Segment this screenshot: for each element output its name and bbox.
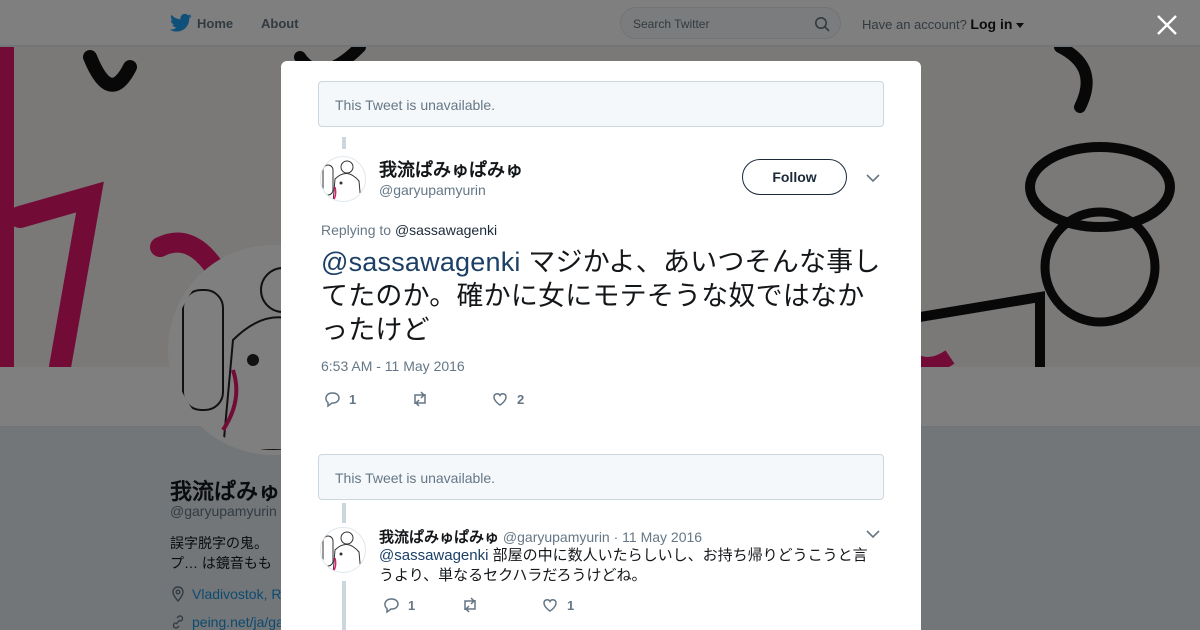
avatar-illustration xyxy=(322,531,362,572)
tweet-actions: 1 2 xyxy=(323,390,524,408)
tweet-author-handle[interactable]: @garyupamyurin xyxy=(379,182,486,198)
like-button[interactable]: 1 xyxy=(541,596,574,614)
reply-tweet-actions: 1 1 xyxy=(382,596,574,614)
tweet-timestamp[interactable]: 6:53 AM - 11 May 2016 xyxy=(321,358,465,374)
avatar-illustration xyxy=(322,160,362,201)
heart-icon xyxy=(493,393,507,406)
reply-button[interactable]: 1 xyxy=(323,390,411,408)
unavailable-tweet-notice: This Tweet is unavailable. xyxy=(318,81,884,127)
reply-count: 1 xyxy=(349,391,357,407)
like-button[interactable]: 2 xyxy=(491,390,524,408)
tweet-author-name[interactable]: 我流ぱみゅぱみゅ xyxy=(379,156,523,182)
avatar[interactable] xyxy=(320,156,366,202)
chevron-down-icon[interactable] xyxy=(866,529,880,539)
reply-button[interactable]: 1 xyxy=(382,596,461,614)
tweet-permalink-modal: This Tweet is unavailable. 我流ぱみゅぱみゅ @gar… xyxy=(281,61,921,630)
replying-to-link[interactable]: @sassawagenki xyxy=(395,222,497,238)
reply-tweet-date[interactable]: 11 May 2016 xyxy=(622,529,702,545)
follow-button[interactable]: Follow xyxy=(742,159,847,195)
unavailable-tweet-notice: This Tweet is unavailable. xyxy=(318,454,884,500)
reply-icon xyxy=(384,598,399,614)
reply-icon xyxy=(325,392,340,408)
reply-mention-link[interactable]: @sassawagenki xyxy=(379,547,488,564)
retweet-icon xyxy=(414,391,426,407)
heart-icon xyxy=(543,599,557,612)
replying-to-prefix: Replying to xyxy=(321,222,392,238)
thread-connector xyxy=(342,581,346,630)
tweet-mention-link[interactable]: @sassawagenki xyxy=(321,247,521,277)
reply-author-name[interactable]: 我流ぱみゅぱみゅ xyxy=(379,529,499,546)
avatar[interactable] xyxy=(320,527,366,573)
replying-to-line: Replying to @sassawagenki xyxy=(321,222,497,238)
reply-count: 1 xyxy=(408,597,416,613)
chevron-down-icon[interactable] xyxy=(866,173,880,183)
like-count: 1 xyxy=(567,597,575,613)
retweet-button[interactable] xyxy=(411,390,491,408)
thread-connector xyxy=(342,137,346,149)
reply-tweet-text: @sassawagenki 部屋の中に数人いたらしいし、お持ち帰りどうこうと言う… xyxy=(379,546,871,586)
retweet-icon xyxy=(464,597,476,613)
thread-connector xyxy=(342,503,346,523)
like-count: 2 xyxy=(517,391,525,407)
reply-tweet-header: 我流ぱみゅぱみゅ @garyupamyurin · 11 May 2016 xyxy=(379,526,702,547)
close-icon[interactable] xyxy=(1154,12,1180,38)
retweet-button[interactable] xyxy=(461,596,541,614)
tweet-text: @sassawagenki マジかよ、あいつそんな事してたのか。確かに女にモテそ… xyxy=(321,245,881,347)
reply-author-handle[interactable]: @garyupamyurin xyxy=(503,529,610,545)
header-separator: · xyxy=(613,529,619,545)
